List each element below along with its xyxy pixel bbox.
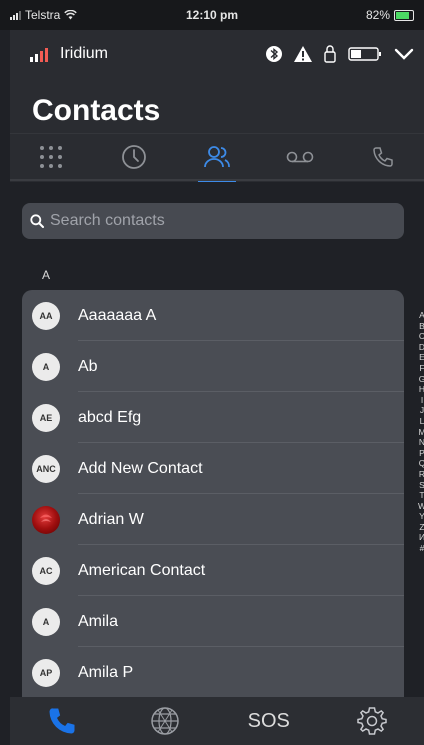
alphabet-letter[interactable]: T <box>416 490 424 501</box>
battery-icon <box>348 47 381 61</box>
contact-row[interactable]: AA Aaaaaaa A <box>22 290 404 341</box>
lock-icon <box>324 45 336 63</box>
phone-icon <box>372 147 393 167</box>
contact-name: Amila <box>78 612 119 630</box>
alphabet-letter[interactable]: I <box>416 395 424 406</box>
contact-row[interactable]: AC American Contact <box>22 545 404 596</box>
clock: 12:10 pm <box>185 8 239 22</box>
phone-icon <box>49 708 75 734</box>
keypad-icon <box>40 146 63 168</box>
contact-row[interactable]: AE abcd Efg <box>22 392 404 443</box>
carrier-label: Telstra <box>25 8 61 22</box>
nav-sos[interactable]: SOS <box>217 710 321 733</box>
contact-name: Ab <box>78 357 98 375</box>
gear-icon <box>357 707 387 735</box>
alphabet-letter[interactable]: Z <box>416 522 424 533</box>
globe-icon <box>151 707 179 735</box>
avatar: AE <box>32 403 60 432</box>
tab-voicemail[interactable] <box>258 134 341 180</box>
battery-percent: 82% <box>365 8 390 22</box>
avatar: A <box>32 607 60 636</box>
avatar: ANC <box>32 454 60 483</box>
bluetooth-icon <box>266 46 282 62</box>
avatar: AC <box>32 556 60 585</box>
cell-signal-icon <box>10 10 21 20</box>
contact-name: Adrian W <box>78 510 144 528</box>
alphabet-letter[interactable]: F <box>416 363 424 374</box>
avatar: A <box>32 352 60 381</box>
status-right: 82% <box>264 8 414 22</box>
contacts-content: A AA Aaaaaaa A A Ab AE abcd Efg ANC Add … <box>10 182 424 710</box>
alphabet-letter[interactable]: H <box>416 384 424 395</box>
alphabet-letter[interactable]: G <box>416 374 424 385</box>
alphabet-letter[interactable]: J <box>416 405 424 416</box>
alphabet-letter[interactable]: Q <box>416 458 424 469</box>
tab-call-log[interactable] <box>341 134 424 180</box>
header-divider <box>10 179 424 181</box>
contact-row[interactable]: A Amila <box>22 596 404 647</box>
alphabet-letter[interactable]: S <box>416 480 424 491</box>
warning-icon <box>294 46 312 62</box>
people-icon <box>204 146 230 168</box>
contact-row[interactable]: A Ab <box>22 341 404 392</box>
section-header-a: A <box>42 268 51 282</box>
nav-globe[interactable] <box>114 706 218 736</box>
signal-bars-icon <box>30 48 48 62</box>
header: Contacts <box>10 78 424 182</box>
contact-name: Aaaaaaa A <box>78 306 157 324</box>
alphabet-letter[interactable]: # <box>416 543 424 554</box>
status-left: Telstra <box>10 8 160 22</box>
alphabet-letter[interactable]: Y <box>416 511 424 522</box>
clock-icon <box>122 145 147 169</box>
alphabet-letter[interactable]: M <box>416 427 424 438</box>
nav-settings[interactable] <box>321 705 424 737</box>
alphabet-letter[interactable]: L <box>416 416 424 427</box>
alphabet-letter[interactable]: И <box>416 532 424 543</box>
bottom-nav: SOS <box>10 697 424 745</box>
contact-row[interactable]: AP Amila P <box>22 647 404 698</box>
alphabet-index[interactable]: A B C D E F G H I J L M N P Q R S T W Y Z И # <box>416 310 424 554</box>
avatar-photo <box>32 505 60 534</box>
alphabet-letter[interactable]: A <box>416 310 424 321</box>
alphabet-letter[interactable]: W <box>416 501 424 512</box>
search-icon <box>30 214 44 228</box>
device-name: Iridium <box>60 45 109 62</box>
alphabet-letter[interactable]: B <box>416 321 424 332</box>
contact-name: abcd Efg <box>78 408 142 426</box>
tab-keypad[interactable] <box>10 134 93 180</box>
alphabet-letter[interactable]: C <box>416 331 424 342</box>
contact-name: Add New Contact <box>78 459 203 477</box>
device-bar[interactable]: Iridium <box>10 30 424 78</box>
status-bar: Telstra 12:10 pm 82% <box>0 0 424 30</box>
contact-name: Amila P <box>78 663 134 681</box>
alphabet-letter[interactable]: P <box>416 448 424 459</box>
contact-row[interactable]: Adrian W <box>22 494 404 545</box>
rose-photo-icon <box>40 514 52 522</box>
contacts-list: AA Aaaaaaa A A Ab AE abcd Efg ANC Add Ne… <box>22 290 404 710</box>
voicemail-icon <box>286 151 314 163</box>
avatar: AP <box>32 658 60 687</box>
battery-icon <box>394 9 414 21</box>
alphabet-letter[interactable]: E <box>416 352 424 363</box>
search-input[interactable] <box>48 211 382 231</box>
tab-recents[interactable] <box>93 134 176 180</box>
wifi-icon <box>64 10 78 20</box>
search-bar[interactable] <box>22 203 404 239</box>
avatar: AA <box>32 301 60 330</box>
sos-label: SOS <box>247 709 290 732</box>
nav-phone[interactable] <box>10 706 114 736</box>
contact-name: American Contact <box>78 561 206 579</box>
alphabet-letter[interactable]: D <box>416 342 424 353</box>
tab-bar <box>10 133 424 182</box>
tab-contacts[interactable] <box>176 134 259 182</box>
contact-row[interactable]: ANC Add New Contact <box>22 443 404 494</box>
alphabet-letter[interactable]: N <box>416 437 424 448</box>
page-title: Contacts <box>32 94 161 127</box>
alphabet-letter[interactable]: R <box>416 469 424 480</box>
chevron-down-icon[interactable] <box>394 47 414 61</box>
